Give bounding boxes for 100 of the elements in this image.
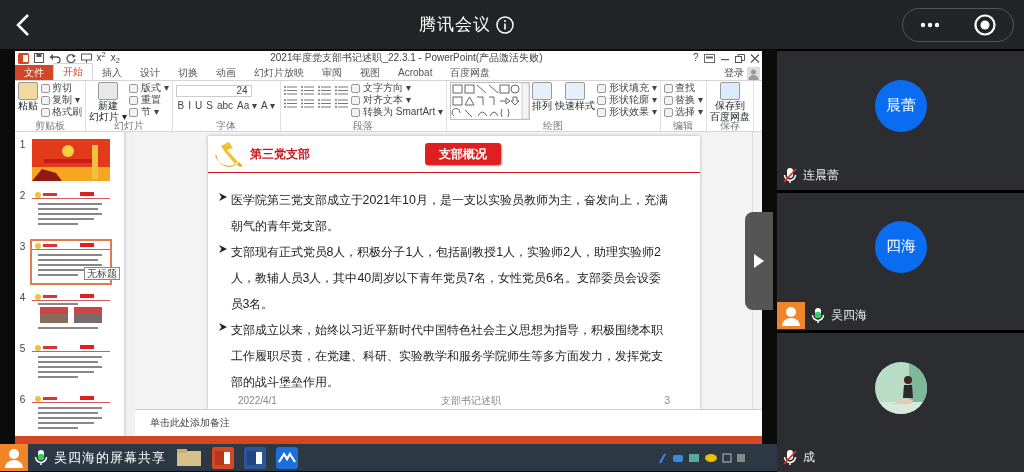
ribbon-tab[interactable]: 视图: [351, 65, 389, 80]
ribbon-button[interactable]: 格式刷: [52, 106, 82, 118]
restore-icon[interactable]: [734, 53, 745, 63]
format-button[interactable]: U: [193, 99, 205, 112]
list-icon[interactable]: [283, 84, 298, 96]
slide-number: 5: [18, 342, 27, 356]
ribbon-button[interactable]: 剪切: [52, 82, 72, 94]
word-icon[interactable]: [244, 446, 266, 469]
format-button[interactable]: A ▾: [259, 99, 277, 112]
record-icon[interactable]: [974, 13, 996, 36]
back-icon[interactable]: [15, 12, 31, 37]
ribbon-button[interactable]: 版式 ▾: [140, 82, 169, 94]
login-link[interactable]: 登录: [724, 65, 744, 80]
ribbon-tab[interactable]: 百度网盘: [441, 65, 500, 80]
participant-name: 吴四海: [831, 307, 867, 324]
tooltip: 无标题: [84, 267, 120, 280]
info-icon[interactable]: [496, 15, 514, 34]
ribbon-button[interactable]: 对齐文本 ▾: [362, 94, 411, 106]
ribbon-button[interactable]: 排列: [532, 100, 553, 111]
tool-icon: [18, 82, 38, 100]
ribbon-button[interactable]: 形状效果 ▾: [609, 106, 657, 118]
more-icon[interactable]: [920, 21, 940, 28]
slide-heading: 支部概况: [425, 142, 501, 165]
slide-number: 1: [18, 138, 27, 152]
ribbon-button[interactable]: 重置: [140, 94, 161, 106]
slideshow-icon[interactable]: [80, 53, 92, 63]
undo-icon[interactable]: [48, 53, 61, 63]
ribbon-tab[interactable]: 幻灯片放映: [245, 65, 313, 80]
format-button[interactable]: I: [186, 99, 193, 112]
ribbon-options-icon[interactable]: [703, 53, 715, 63]
ribbon-tab[interactable]: Acrobat: [389, 65, 442, 80]
group-label: 编辑: [672, 120, 695, 131]
list-icon[interactable]: [334, 84, 349, 96]
ribbon-button[interactable]: 复制 ▾: [52, 94, 80, 106]
ribbon-button[interactable]: 保存到 百度网盘: [710, 100, 751, 122]
tool-icon: [532, 82, 553, 100]
tool-icon: [720, 82, 741, 100]
font-size-field[interactable]: 24: [175, 85, 252, 97]
user-icon: [0, 444, 28, 471]
bullet-icon: [218, 243, 228, 254]
slide-number: 3: [664, 394, 670, 407]
group-label: 保存: [720, 120, 741, 131]
scroll-bar[interactable]: [125, 132, 135, 436]
folder-icon[interactable]: [176, 446, 202, 467]
ribbon-tab[interactable]: 切换: [169, 65, 207, 80]
align-icon[interactable]: [334, 98, 349, 109]
shapes-gallery[interactable]: [450, 82, 530, 120]
ribbon-tab[interactable]: 动画: [207, 65, 245, 80]
ribbon-button[interactable]: 文字方向 ▾: [362, 82, 411, 94]
quick-access-button[interactable]: x$^{2}$: [96, 51, 106, 65]
list-icon[interactable]: [317, 84, 332, 96]
ribbon-button[interactable]: 形状轮廓 ▾: [609, 94, 657, 106]
window-title: 2021年度党支部书记述职_22.3.1 - PowerPoint(产品激活失败): [269, 51, 544, 65]
share-label: 吴四海的屏幕共享: [54, 448, 166, 467]
ribbon-button[interactable]: 替换 ▾: [675, 94, 704, 106]
redo-icon[interactable]: [65, 53, 76, 63]
collapse-handle[interactable]: [745, 212, 773, 310]
ribbon-button[interactable]: 快速样式: [555, 100, 595, 111]
tool-icon: [565, 82, 585, 100]
ribbon-button[interactable]: 新建 幻灯片 ▾: [89, 100, 127, 122]
slide-footer: 支部书记述职: [440, 394, 501, 407]
close-icon[interactable]: [749, 53, 760, 63]
list-icon[interactable]: [300, 84, 315, 96]
powerpoint-icon[interactable]: [212, 446, 234, 469]
format-button[interactable]: B: [175, 99, 187, 112]
slide-number: 6: [18, 393, 27, 407]
slide-footer: 2022/4/1: [238, 394, 277, 407]
help-button[interactable]: ?: [692, 51, 699, 65]
ribbon-button[interactable]: 粘贴: [18, 100, 38, 111]
avatar: 晨蕾: [874, 79, 927, 132]
align-icon[interactable]: [283, 98, 298, 109]
ribbon-button[interactable]: 转换为 SmartArt ▾: [362, 106, 443, 118]
slide-number: 3: [18, 240, 27, 254]
ribbon-tab[interactable]: 开始: [53, 63, 93, 80]
slide-number: 4: [18, 291, 27, 305]
save-icon[interactable]: [33, 53, 44, 63]
bullet-icon: [218, 321, 228, 332]
ribbon-button[interactable]: 选择 ▾: [675, 106, 704, 118]
format-button[interactable]: abc: [214, 99, 236, 112]
participant-name: 成: [803, 449, 815, 466]
tray-icons[interactable]: [657, 450, 747, 465]
participant-name: 连晨蕾: [803, 167, 839, 184]
notes-field[interactable]: 单击此处添加备注: [135, 409, 762, 436]
format-button[interactable]: Aa ▾: [235, 99, 260, 112]
ribbon-button[interactable]: 节 ▾: [140, 106, 159, 118]
group-label: 幻灯片: [113, 120, 145, 131]
branch-title: 第三党支部: [250, 145, 311, 163]
format-button[interactable]: S: [204, 99, 215, 112]
quick-access-button[interactable]: x$_{2}$: [110, 51, 120, 65]
emblem-icon: [213, 139, 245, 168]
meeting-app-icon[interactable]: [276, 446, 298, 469]
ribbon-tab[interactable]: 审阅: [313, 65, 351, 80]
ribbon-tab[interactable]: 插入: [93, 65, 131, 80]
ribbon-button[interactable]: 查找: [675, 82, 696, 94]
ribbon-tab[interactable]: 设计: [131, 65, 169, 80]
file-tab[interactable]: 文件: [15, 65, 53, 80]
align-icon[interactable]: [317, 98, 332, 109]
slide-thumbnail[interactable]: [30, 137, 112, 183]
align-icon[interactable]: [300, 98, 315, 109]
ribbon-button[interactable]: 形状填充 ▾: [609, 82, 657, 94]
